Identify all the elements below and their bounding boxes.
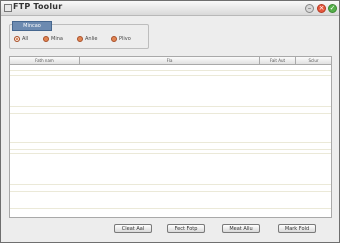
title-bar: FTP Toolur – × ✓ — [1, 1, 339, 16]
grid-header: Fath nam Fla Fait Aut Sclur — [10, 57, 331, 65]
radio-dot-icon — [43, 36, 49, 42]
filter-group-label: Mincao — [12, 21, 52, 31]
column-header-author[interactable]: Fait Aut — [260, 57, 296, 64]
column-header-path[interactable]: Fath nam — [10, 57, 80, 64]
row-divider — [10, 208, 331, 209]
row-divider — [10, 113, 331, 114]
row-divider — [10, 153, 331, 154]
column-header-file[interactable]: Fla — [80, 57, 260, 64]
radio-label: Anlie — [85, 36, 98, 42]
fetch-ftp-button[interactable]: Fect Fotp — [167, 224, 205, 233]
minimize-button[interactable]: – — [305, 4, 314, 13]
clear-all-button[interactable]: Cleat Aal — [114, 224, 152, 233]
row-divider — [10, 142, 331, 143]
row-divider — [10, 70, 331, 71]
window-title: FTP Toolur — [13, 2, 63, 11]
radio-label: Plivo — [119, 36, 131, 42]
maximize-button[interactable]: ✓ — [328, 4, 337, 13]
row-divider — [10, 149, 331, 150]
row-divider — [10, 191, 331, 192]
app-icon — [4, 4, 12, 12]
column-header-status[interactable]: Sclur — [296, 57, 331, 64]
row-divider — [10, 75, 331, 76]
radio-label: All — [22, 36, 29, 42]
close-button[interactable]: × — [317, 4, 326, 13]
filter-group: Mincao All Mina Anlie Plivo — [9, 21, 149, 49]
radio-dot-icon — [77, 36, 83, 42]
radio-dot-icon — [14, 36, 20, 42]
radio-label: Mina — [51, 36, 63, 42]
next-file-button[interactable]: Meat Allu — [222, 224, 260, 233]
file-grid[interactable]: Fath nam Fla Fait Aut Sclur — [9, 56, 332, 218]
ftp-tool-window: FTP Toolur – × ✓ Mincao All Mina Anlie P… — [0, 0, 340, 243]
row-divider — [10, 106, 331, 107]
mark-fold-button[interactable]: Mark Fold — [278, 224, 316, 233]
row-divider — [10, 184, 331, 185]
radio-dot-icon — [111, 36, 117, 42]
